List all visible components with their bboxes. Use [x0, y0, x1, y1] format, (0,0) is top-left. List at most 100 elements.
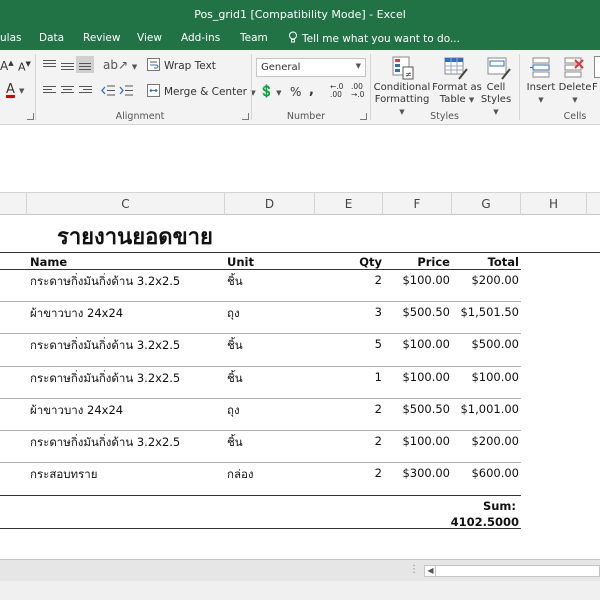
row-5-qty[interactable]: 2: [315, 402, 382, 416]
column-header-b[interactable]: [0, 193, 27, 215]
tell-me-box[interactable]: Tell me what you want to do...: [288, 31, 460, 45]
number-launcher-icon[interactable]: [360, 113, 367, 120]
column-header-e[interactable]: E: [315, 193, 383, 215]
row-7-qty[interactable]: 2: [315, 466, 382, 480]
row-4-name[interactable]: กระดาษกิ่งมันกิ่งด้าน 3.2x2.5: [30, 370, 180, 388]
font-grow-button[interactable]: A▲: [0, 59, 14, 73]
number-format-dropdown[interactable]: General ▼: [256, 58, 366, 77]
percent-style-button[interactable]: %: [290, 85, 301, 99]
row-2-qty[interactable]: 3: [315, 305, 382, 319]
row-1-name[interactable]: กระดาษกิ่งมันกิ่งด้าน 3.2x2.5: [30, 273, 180, 291]
column-headers: C D E F G H: [0, 193, 600, 215]
row-2-name[interactable]: ผ้าขาวบาง 24x24: [30, 305, 123, 323]
align-bottom-icon[interactable]: [76, 56, 94, 73]
align-left-icon[interactable]: [43, 86, 56, 95]
sum-label[interactable]: Sum:: [440, 499, 516, 513]
increase-decimal-button[interactable]: ←.0 .00: [330, 83, 348, 99]
tab-view[interactable]: View: [137, 32, 162, 44]
row-7-name[interactable]: กระสอบทราย: [30, 466, 98, 484]
row-4-qty[interactable]: 1: [315, 370, 382, 384]
row-1-qty[interactable]: 2: [315, 273, 382, 287]
row-2-unit[interactable]: ถุง: [227, 305, 240, 323]
row-5-price[interactable]: $500.50: [383, 402, 450, 416]
row-3-qty[interactable]: 5: [315, 337, 382, 351]
horizontal-scrollbar[interactable]: ◀: [424, 565, 600, 577]
header-unit[interactable]: Unit: [227, 255, 254, 269]
row-5-total[interactable]: $1,001.00: [452, 402, 519, 416]
align-right-icon[interactable]: [79, 86, 92, 95]
row-6-qty[interactable]: 2: [315, 434, 382, 448]
row-1-total[interactable]: $200.00: [452, 273, 519, 287]
row-6-total[interactable]: $200.00: [452, 434, 519, 448]
align-top-icon[interactable]: [43, 60, 56, 69]
grow-font-label: A: [0, 59, 9, 73]
decrease-decimal-button[interactable]: .00 →.0: [351, 83, 369, 99]
ribbon-separator: [370, 54, 371, 120]
font-color-button[interactable]: A ▼: [6, 82, 24, 97]
format-as-table-line2: Table: [439, 94, 466, 105]
row-6-unit[interactable]: ชิ้น: [227, 434, 243, 452]
row-5-name[interactable]: ผ้าขาวบาง 24x24: [30, 402, 123, 420]
tab-formulas[interactable]: ulas: [0, 32, 21, 44]
wrap-text-button[interactable]: Wrap Text: [164, 60, 216, 72]
ribbon-tabs: ulas Data Review View Add-ins Team Tell …: [0, 28, 600, 50]
header-top-border: [0, 252, 600, 253]
svg-text:≠: ≠: [405, 70, 412, 79]
tab-review[interactable]: Review: [83, 32, 120, 44]
row-4-price[interactable]: $100.00: [383, 370, 450, 384]
align-center-icon[interactable]: [61, 86, 74, 95]
merge-center-button[interactable]: Merge & Center ▼: [164, 86, 256, 98]
row-2-total[interactable]: $1,501.50: [452, 305, 519, 319]
tab-data[interactable]: Data: [39, 32, 64, 44]
comma-style-button[interactable]: ,: [309, 83, 314, 98]
scroll-left-icon[interactable]: ◀: [426, 566, 436, 576]
row-7-unit[interactable]: กล่อง: [227, 466, 254, 484]
row-border: [0, 301, 521, 302]
column-header-g[interactable]: G: [452, 193, 521, 215]
conditional-formatting-icon: ≠: [391, 55, 415, 81]
worksheet-grid[interactable]: รายงานยอดขาย Name Unit Qty Price Total ก…: [0, 215, 600, 555]
header-qty[interactable]: Qty: [315, 255, 382, 269]
increase-indent-icon[interactable]: [119, 85, 133, 96]
tab-team[interactable]: Team: [240, 32, 268, 44]
format-as-table-button[interactable]: Format as Table ▼: [431, 82, 483, 106]
column-header-f[interactable]: F: [383, 193, 452, 215]
column-header-d[interactable]: D: [225, 193, 315, 215]
header-price[interactable]: Price: [383, 255, 450, 269]
row-6-name[interactable]: กระดาษกิ่งมันกิ่งด้าน 3.2x2.5: [30, 434, 180, 452]
window-title: Pos_grid1 [Compatibility Mode] - Excel: [194, 8, 406, 21]
row-3-unit[interactable]: ชิ้น: [227, 337, 243, 355]
font-launcher-icon[interactable]: [27, 113, 34, 120]
alignment-launcher-icon[interactable]: [242, 113, 249, 120]
header-total[interactable]: Total: [452, 255, 519, 269]
column-header-h[interactable]: H: [521, 193, 587, 215]
row-7-price[interactable]: $300.00: [383, 466, 450, 480]
row-3-total[interactable]: $500.00: [452, 337, 519, 351]
decrease-indent-icon[interactable]: [101, 85, 115, 96]
delete-cells-button[interactable]: Delete ▼: [558, 82, 592, 106]
row-2-price[interactable]: $500.50: [383, 305, 450, 319]
column-header-c[interactable]: C: [27, 193, 225, 215]
format-as-table-icon: [443, 55, 469, 81]
accounting-format-icon[interactable]: 💲 ▼: [259, 84, 282, 98]
insert-cells-button[interactable]: Insert ▼: [524, 82, 558, 106]
row-4-unit[interactable]: ชิ้น: [227, 370, 243, 388]
format-cells-button[interactable]: F: [592, 82, 600, 94]
splitter-handle-icon[interactable]: ⋮: [409, 564, 419, 575]
row-5-unit[interactable]: ถุง: [227, 402, 240, 420]
tab-add-ins[interactable]: Add-ins: [181, 32, 220, 44]
row-7-total[interactable]: $600.00: [452, 466, 519, 480]
orientation-icon[interactable]: ab↗ ▼: [103, 58, 137, 72]
row-1-unit[interactable]: ชิ้น: [227, 273, 243, 291]
header-bottom-border: [0, 269, 521, 270]
row-6-price[interactable]: $100.00: [383, 434, 450, 448]
row-3-name[interactable]: กระดาษกิ่งมันกิ่งด้าน 3.2x2.5: [30, 337, 180, 355]
row-1-price[interactable]: $100.00: [383, 273, 450, 287]
header-name[interactable]: Name: [30, 255, 67, 269]
report-title[interactable]: รายงานยอดขาย: [57, 219, 213, 254]
sum-value[interactable]: 4102.5000: [440, 515, 519, 529]
row-4-total[interactable]: $100.00: [452, 370, 519, 384]
row-3-price[interactable]: $100.00: [383, 337, 450, 351]
align-middle-icon[interactable]: [61, 63, 74, 72]
font-shrink-button[interactable]: A▼: [18, 60, 31, 74]
